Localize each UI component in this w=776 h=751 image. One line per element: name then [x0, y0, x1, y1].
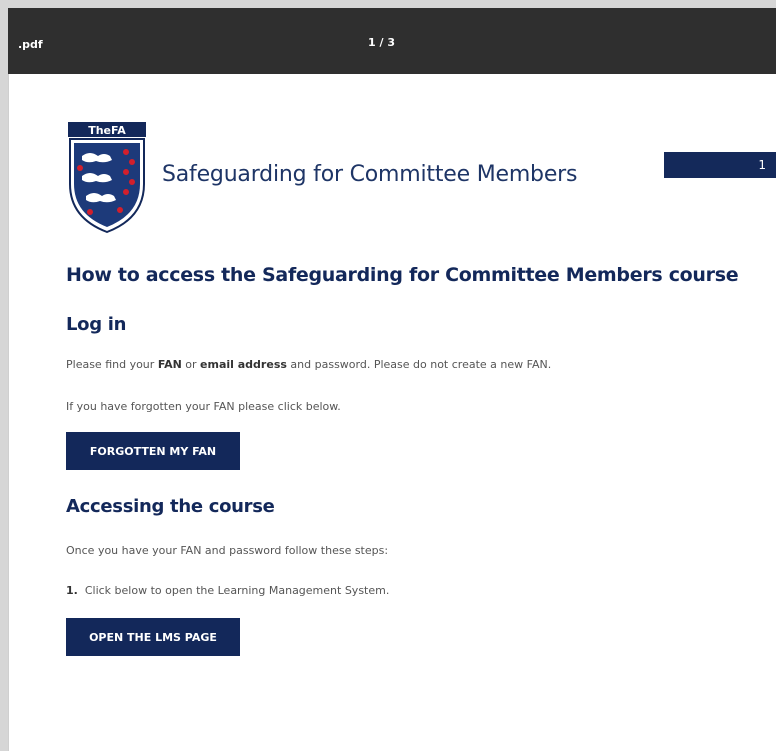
file-name: .pdf: [18, 38, 43, 51]
page-number-tab: 1: [664, 152, 776, 178]
logo-text: TheFA: [88, 124, 126, 137]
pdf-page: TheFA Safeguarding for Committee Members…: [22, 74, 776, 751]
main-heading: How to access the Safeguarding for Commi…: [66, 264, 739, 286]
accessing-course-heading: Accessing the course: [66, 496, 275, 517]
pdf-toolbar: .pdf 1 / 3: [8, 8, 776, 74]
open-lms-page-button[interactable]: OPEN THE LMS PAGE: [66, 618, 240, 656]
course-intro-text: Once you have your FAN and password foll…: [66, 544, 389, 557]
document-title: Safeguarding for Committee Members: [162, 162, 578, 187]
forgotten-my-fan-button[interactable]: FORGOTTEN MY FAN: [66, 432, 240, 470]
forgotten-fan-text: If you have forgotten your FAN please cl…: [66, 400, 341, 413]
step-one: 1. Click below to open the Learning Mana…: [66, 584, 390, 597]
login-instructions: Please find your FAN or email address an…: [66, 358, 552, 371]
page-indicator: 1 / 3: [368, 36, 395, 49]
login-heading: Log in: [66, 314, 127, 335]
the-fa-logo: TheFA: [68, 122, 146, 234]
